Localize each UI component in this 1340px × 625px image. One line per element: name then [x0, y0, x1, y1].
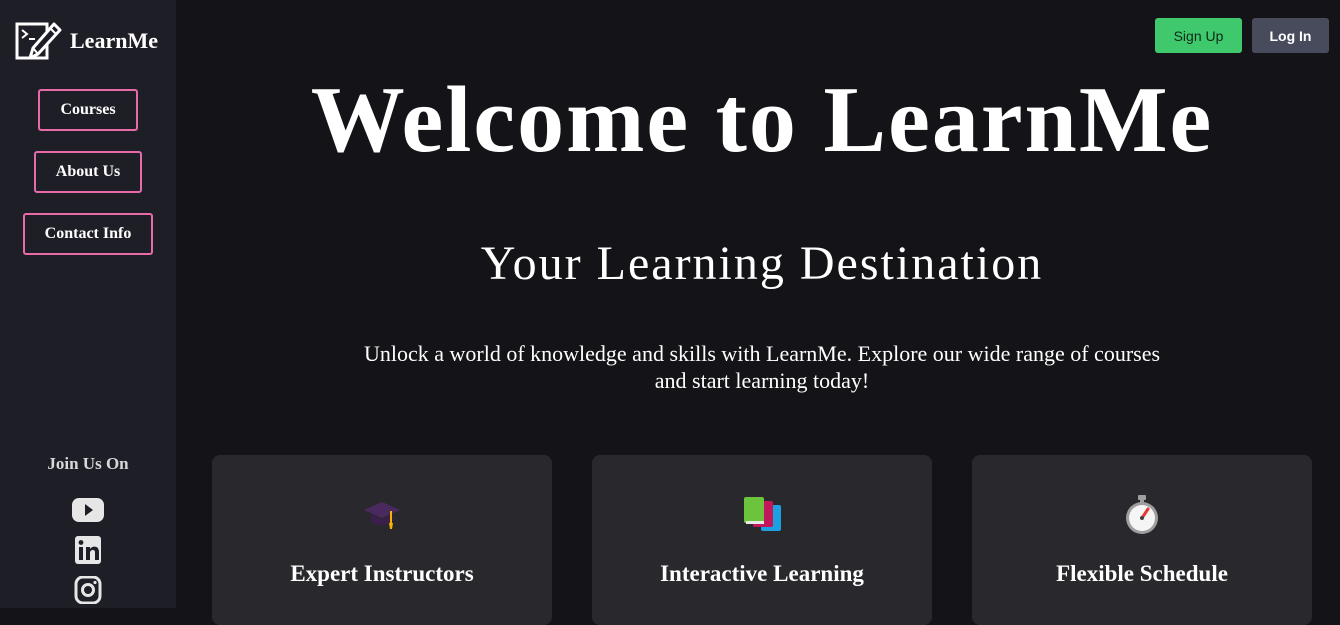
hero-title: Welcome to LearnMe [310, 68, 1214, 172]
books-icon [744, 497, 781, 531]
youtube-icon[interactable] [72, 496, 104, 524]
feature-card-instructors: Expert Instructors [212, 455, 552, 625]
stopwatch-icon [1126, 495, 1158, 534]
brand-logo[interactable]: LearnMe [14, 18, 158, 64]
nav-about-button[interactable]: About Us [34, 151, 142, 193]
graduation-cap-icon [364, 502, 400, 529]
pencil-code-icon [15, 22, 62, 60]
hero-subtitle: Your Learning Destination [480, 237, 1044, 290]
feature-title: Flexible Schedule [1056, 561, 1228, 586]
feature-title: Expert Instructors [290, 561, 474, 586]
feature-title: Interactive Learning [660, 561, 864, 586]
hero-description: Unlock a world of knowledge and skills w… [363, 341, 1161, 393]
join-us-label: Join Us On [47, 454, 129, 473]
linkedin-icon[interactable] [72, 536, 104, 564]
instagram-icon[interactable] [72, 576, 104, 604]
sidebar: LearnMe Courses About Us Contact Info Jo… [0, 0, 176, 608]
feature-card-interactive: Interactive Learning [592, 455, 932, 625]
nav-courses-button[interactable]: Courses [38, 89, 138, 131]
brand-name: LearnMe [70, 28, 158, 53]
log-in-button[interactable]: Log In [1252, 18, 1329, 53]
feature-card-flexible: Flexible Schedule [972, 455, 1312, 625]
sign-up-button[interactable]: Sign Up [1155, 18, 1242, 53]
nav-contact-button[interactable]: Contact Info [23, 213, 153, 255]
